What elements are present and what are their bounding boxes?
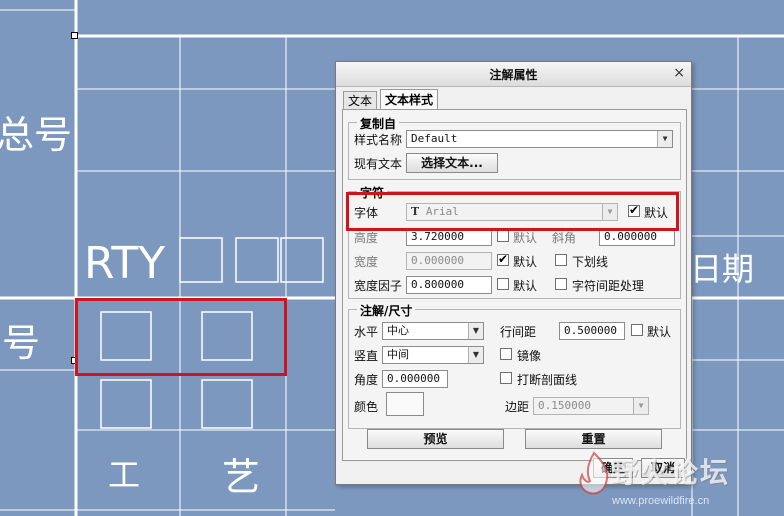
reset-button[interactable]: 重置 bbox=[525, 429, 662, 449]
width-factor-label: 宽度因子 bbox=[354, 279, 403, 293]
flame-logo-icon bbox=[579, 451, 609, 495]
group-note-dimension: 注解/尺寸 水平 中心 ▼ 行间距 0.500000 默认 竖直 中间 ▼ 镜像… bbox=[348, 302, 681, 429]
chevron-down-icon[interactable]: ▼ bbox=[468, 323, 483, 339]
chevron-down-icon[interactable]: ▼ bbox=[468, 347, 483, 363]
preview-button[interactable]: 预览 bbox=[367, 429, 504, 449]
margin-combo[interactable]: 0.150000 ▼ bbox=[533, 397, 649, 415]
label-rty: RTY bbox=[84, 238, 166, 289]
tab-panel: 复制自 样式名称 Default ▼ 现有文本 选择文本... 字符 字体 T … bbox=[342, 109, 687, 461]
group-title: 复制自 bbox=[357, 115, 400, 132]
width-factor-default-checkbox[interactable] bbox=[497, 278, 509, 290]
existing-text-label: 现有文本 bbox=[354, 157, 403, 171]
thickness-default-checkbox[interactable] bbox=[497, 252, 509, 266]
highlight-box-font-row bbox=[346, 192, 679, 231]
height-label: 高度 bbox=[354, 231, 379, 245]
width-factor-input[interactable]: 0.800000 bbox=[406, 276, 492, 294]
tab-text-style[interactable]: 文本样式 bbox=[380, 89, 439, 110]
watermark-name: 野火论坛 bbox=[610, 456, 731, 489]
chevron-down-icon[interactable]: ▼ bbox=[633, 398, 648, 414]
kerning-checkbox[interactable] bbox=[555, 278, 567, 290]
break-hatch-checkbox[interactable] bbox=[500, 372, 512, 384]
margin-value: 0.150000 bbox=[538, 399, 591, 412]
dialog-title: 注解属性 bbox=[489, 68, 538, 82]
horizontal-combo[interactable]: 中心 ▼ bbox=[382, 322, 484, 340]
vertical-value: 中间 bbox=[387, 348, 409, 361]
close-icon[interactable]: × bbox=[673, 65, 685, 81]
slant-label: 斜角 bbox=[552, 231, 577, 245]
style-name-label: 样式名称 bbox=[354, 133, 403, 147]
mirror-label: 镜像 bbox=[517, 349, 542, 363]
angle-label: 角度 bbox=[354, 373, 379, 387]
line-spacing-default-checkbox[interactable] bbox=[631, 324, 643, 336]
line-spacing-input[interactable]: 0.500000 bbox=[559, 322, 625, 340]
style-name-value: Default bbox=[411, 132, 458, 145]
underline-label: 下划线 bbox=[572, 255, 609, 269]
label-craft-2: 艺 bbox=[222, 455, 261, 499]
mirror-checkbox[interactable] bbox=[500, 348, 512, 360]
note-properties-dialog: 注解属性 × 文本 文本样式 复制自 样式名称 Default ▼ 现有文本 选… bbox=[335, 61, 692, 485]
watermark-url: www.proewildfire.cn bbox=[612, 495, 710, 507]
horizontal-label: 水平 bbox=[354, 325, 379, 339]
height-default-checkbox[interactable] bbox=[497, 230, 509, 242]
angle-input[interactable]: 0.000000 bbox=[382, 370, 448, 388]
vertical-label: 竖直 bbox=[354, 349, 379, 363]
forum-watermark: 野火论坛 www.proewildfire.cn bbox=[574, 449, 780, 513]
group-title: 注解/尺寸 bbox=[357, 302, 416, 319]
dialog-titlebar[interactable]: 注解属性 × bbox=[336, 62, 691, 87]
underline-checkbox[interactable] bbox=[555, 254, 567, 266]
label-number: 号 bbox=[2, 321, 41, 365]
chevron-down-icon[interactable]: ▼ bbox=[657, 131, 672, 147]
thickness-default-label: 默认 bbox=[513, 255, 538, 269]
line-spacing-default-label: 默认 bbox=[647, 325, 672, 339]
selection-handle[interactable] bbox=[71, 32, 78, 39]
color-swatch-button[interactable] bbox=[386, 392, 424, 416]
width-factor-default-label: 默认 bbox=[513, 279, 538, 293]
style-name-combo[interactable]: Default ▼ bbox=[406, 130, 673, 148]
vertical-combo[interactable]: 中间 ▼ bbox=[382, 346, 484, 364]
highlight-box-canvas bbox=[75, 298, 287, 376]
height-default-label: 默认 bbox=[513, 231, 538, 245]
margin-label: 边距 bbox=[505, 400, 530, 414]
thickness-input[interactable]: 0.000000 bbox=[406, 252, 492, 270]
color-label: 颜色 bbox=[354, 400, 379, 414]
label-total-number: 总号 bbox=[0, 113, 73, 157]
tab-text[interactable]: 文本 bbox=[343, 91, 378, 110]
select-text-button[interactable]: 选择文本... bbox=[406, 153, 498, 173]
label-craft-1: 工 bbox=[108, 456, 141, 494]
line-spacing-label: 行间距 bbox=[500, 325, 537, 339]
thickness-label: 宽度 bbox=[354, 255, 379, 269]
break-hatch-label: 打断剖面线 bbox=[517, 373, 578, 387]
kerning-label: 字符间距处理 bbox=[572, 279, 645, 293]
label-date: 日期 bbox=[690, 250, 755, 288]
horizontal-value: 中心 bbox=[387, 324, 409, 337]
group-copy-from: 复制自 样式名称 Default ▼ 现有文本 选择文本... bbox=[348, 115, 681, 180]
